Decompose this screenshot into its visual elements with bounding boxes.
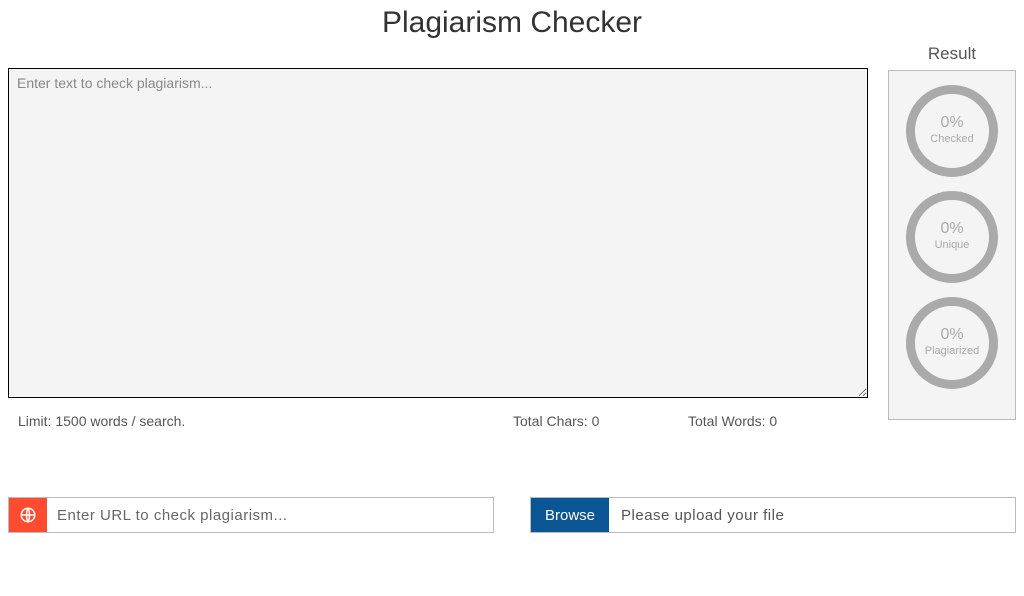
gauge-checked-label: Checked	[930, 133, 973, 146]
gauge-plagiarized-label: Plagiarized	[925, 345, 979, 358]
main-area: Limit: 1500 words / search. Total Chars:…	[0, 68, 1024, 429]
url-input[interactable]	[47, 498, 493, 532]
upload-hint: Please upload your file	[609, 498, 1015, 532]
gauge-unique-label: Unique	[935, 239, 970, 252]
editor-column: Limit: 1500 words / search. Total Chars:…	[8, 68, 868, 429]
page-title: Plagiarism Checker	[0, 6, 1024, 40]
file-upload-group: Browse Please upload your file	[530, 497, 1016, 533]
browse-button[interactable]: Browse	[531, 498, 609, 532]
url-input-group	[8, 497, 494, 533]
gauge-checked: 0% Checked	[906, 85, 998, 177]
gauge-plagiarized: 0% Plagiarized	[906, 297, 998, 389]
plagiarism-text-input[interactable]	[8, 68, 868, 398]
result-heading: Result	[888, 44, 1016, 64]
gauge-checked-pct: 0%	[940, 115, 963, 131]
gauge-unique-pct: 0%	[940, 221, 963, 237]
stats-row: Limit: 1500 words / search. Total Chars:…	[8, 413, 868, 429]
total-chars-label: Total Chars: 0	[513, 413, 688, 429]
globe-icon	[9, 498, 47, 532]
word-limit-label: Limit: 1500 words / search.	[18, 413, 513, 429]
total-words-label: Total Words: 0	[688, 413, 868, 429]
bottom-inputs-row: Browse Please upload your file	[0, 497, 1024, 533]
gauge-plagiarized-pct: 0%	[940, 327, 963, 343]
result-column: Result 0% Checked 0% Unique 0% Plagiariz…	[888, 44, 1016, 429]
result-panel: 0% Checked 0% Unique 0% Plagiarized	[888, 70, 1016, 420]
gauge-unique: 0% Unique	[906, 191, 998, 283]
